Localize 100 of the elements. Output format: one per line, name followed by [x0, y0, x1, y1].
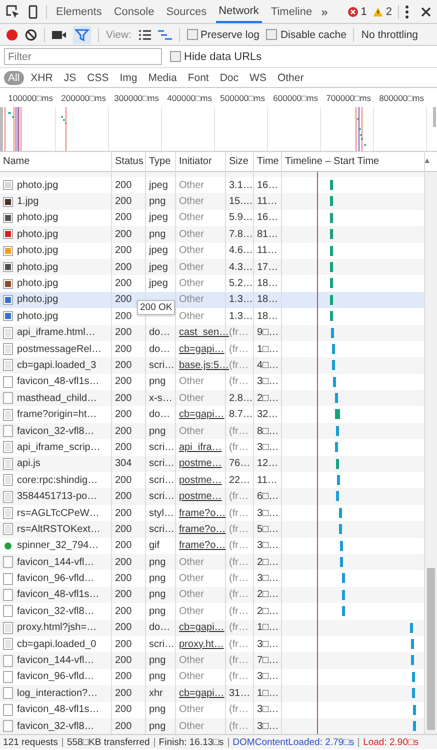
request-name[interactable]: favicon_96-vfld… — [17, 573, 94, 584]
initiator-link[interactable]: cast_sen… — [179, 327, 230, 338]
request-name[interactable]: proxy.html?jsh=… — [17, 622, 97, 634]
waterfall-bar — [412, 720, 416, 731]
waterfall-bar — [336, 491, 339, 502]
request-name[interactable]: 3584451713-po… — [17, 491, 98, 502]
request-name[interactable]: favicon_32-vfl8… — [17, 606, 94, 617]
time-cell: 11… — [257, 474, 278, 486]
request-name[interactable]: photo.jpg — [17, 180, 58, 191]
filter-icon[interactable] — [73, 26, 91, 44]
initiator-link[interactable]: cb=gapi… — [179, 622, 224, 634]
checkbox[interactable] — [266, 29, 278, 40]
camera-icon[interactable] — [52, 30, 66, 40]
request-name[interactable]: core:rpc:shindig… — [17, 474, 98, 486]
sort-indicator[interactable]: ▲ — [423, 156, 431, 165]
request-name[interactable]: rs=AltRSTOKext… — [17, 524, 100, 535]
request-name[interactable]: photo.jpg — [17, 262, 58, 273]
request-name[interactable]: favicon_32-vfl8… — [17, 426, 94, 437]
type-filter[interactable]: Media — [144, 70, 181, 84]
device-icon[interactable] — [26, 4, 40, 18]
initiator-link[interactable]: cb=gapi… — [179, 688, 224, 699]
initiator-link[interactable]: frame?o… — [179, 540, 226, 552]
size-cell: (fr… — [229, 360, 248, 371]
more-options-icon[interactable] — [405, 4, 409, 18]
type-cell: xhr — [149, 688, 163, 699]
initiator-link[interactable]: proxy.ht… — [179, 638, 224, 650]
request-name[interactable]: favicon_144-vfl… — [17, 556, 94, 568]
status-cell: 200 — [115, 606, 132, 617]
request-name[interactable]: favicon_48-vfl1s… — [17, 704, 100, 716]
request-name[interactable]: spinner_32_794… — [17, 540, 99, 552]
time-cell: 18… — [257, 310, 278, 322]
request-name[interactable]: favicon_96-vfld… — [17, 671, 94, 682]
more-tabs[interactable]: » — [321, 4, 328, 18]
request-name[interactable]: api_iframe_scrip… — [17, 442, 100, 453]
waterfall-bar — [330, 262, 334, 272]
initiator-link[interactable]: api_ifra… — [179, 442, 222, 453]
size-cell: (fr… — [229, 508, 248, 518]
panel-tab[interactable]: Sources — [163, 0, 210, 23]
document-icon — [3, 507, 13, 519]
request-name[interactable]: favicon_48-vfl1s… — [17, 589, 100, 600]
request-name[interactable]: cb=gapi.loaded_3 — [17, 360, 96, 371]
request-name[interactable]: photo.jpg — [17, 294, 58, 306]
request-name[interactable]: photo.jpg — [17, 245, 58, 256]
checkbox[interactable] — [186, 29, 198, 40]
close-icon[interactable] — [421, 6, 431, 16]
request-name[interactable]: 1.jpg — [17, 196, 39, 208]
initiator-link[interactable]: cb=gapi… — [179, 344, 224, 355]
panel-tab[interactable]: Console — [110, 0, 158, 23]
request-name[interactable]: rs=AGLTcCPeW… — [17, 508, 100, 518]
type-filter[interactable]: XHR — [26, 70, 57, 84]
panel-tab[interactable]: Timeline — [268, 0, 316, 23]
request-name[interactable]: frame?origin=ht… — [17, 409, 97, 420]
request-name[interactable]: favicon_144-vfl… — [17, 655, 94, 666]
initiator-link[interactable]: frame?o… — [179, 508, 226, 518]
waterfall-bar — [340, 540, 342, 551]
clear-icon[interactable] — [25, 28, 37, 40]
type-filter[interactable]: Doc — [216, 70, 243, 84]
request-name[interactable]: photo.jpg — [17, 278, 58, 290]
type-filter[interactable]: JS — [60, 70, 80, 84]
waterfall-icon[interactable] — [158, 30, 172, 40]
type-filter[interactable]: WS — [246, 70, 270, 84]
type-cell: scri… — [149, 360, 175, 371]
record-icon[interactable] — [6, 28, 18, 40]
type-filter[interactable]: Img — [116, 70, 142, 84]
request-name[interactable]: cb=gapi.loaded_0 — [17, 638, 96, 650]
request-name[interactable]: masthead_child… — [17, 392, 98, 404]
status-cell: 200 — [115, 196, 132, 208]
list-icon[interactable] — [138, 30, 150, 40]
scrollbar[interactable] — [425, 172, 437, 734]
status-cell: 200 — [115, 688, 132, 699]
filter-field[interactable]: Filter — [4, 48, 162, 65]
size-cell: (fr… — [229, 655, 248, 666]
initiator-link[interactable]: postme… — [179, 474, 222, 486]
initiator-cell: Other — [179, 212, 204, 224]
status-text: 558□KB transferred — [66, 736, 150, 748]
type-filter[interactable]: Other — [273, 70, 308, 84]
initiator-link[interactable]: base.js:5… — [179, 360, 230, 371]
type-filter[interactable]: CSS — [83, 70, 113, 84]
request-name[interactable]: photo.jpg — [17, 212, 58, 224]
size-cell: (fr… — [229, 589, 248, 600]
initiator-link[interactable]: postme… — [179, 491, 222, 502]
time-cell: 5□… — [257, 524, 279, 535]
request-name[interactable]: log_interaction?… — [17, 688, 98, 699]
checkbox[interactable] — [170, 51, 181, 62]
request-name[interactable]: photo.jpg — [17, 310, 58, 322]
request-name[interactable]: api.js — [17, 458, 40, 470]
warning-icon — [372, 6, 383, 16]
request-name[interactable]: favicon_32-vfl8… — [17, 720, 94, 732]
request-name[interactable]: photo.jpg — [17, 228, 58, 240]
initiator-link[interactable]: cb=gapi… — [179, 409, 224, 420]
initiator-link[interactable]: postme… — [179, 458, 222, 470]
initiator-cell: Other — [179, 392, 204, 404]
panel-tab[interactable]: Elements — [53, 0, 105, 23]
inspect-icon[interactable] — [6, 4, 20, 18]
throttling-dropdown[interactable]: No throttling — [361, 28, 418, 40]
type-filter[interactable]: Font — [184, 70, 213, 84]
request-name[interactable]: api_iframe.html… — [17, 327, 96, 338]
request-name[interactable]: favicon_48-vfl1s… — [17, 376, 100, 388]
request-name[interactable]: postmessageRel… — [17, 344, 102, 355]
initiator-link[interactable]: frame?o… — [179, 524, 226, 535]
